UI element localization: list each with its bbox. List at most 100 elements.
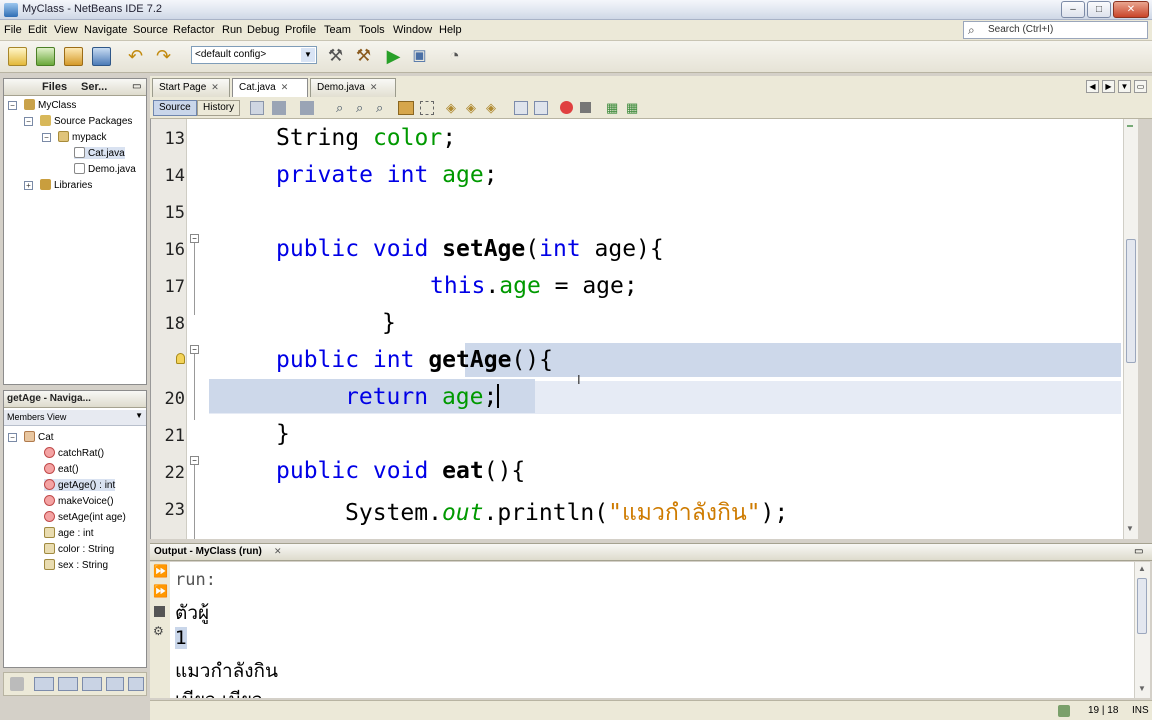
minimize-button[interactable]: – (1061, 1, 1085, 18)
rerun-icon[interactable]: ⏩ (153, 564, 168, 578)
menu-view[interactable]: View (54, 24, 78, 36)
shift-right-icon[interactable] (534, 101, 548, 115)
fold-icon[interactable]: − (190, 345, 199, 354)
tree-item-myclass[interactable]: MyClass (24, 99, 76, 111)
member-makevoice[interactable]: makeVoice() (44, 495, 114, 507)
close-output-icon[interactable]: ✕ (274, 546, 282, 557)
editor-vertical-scrollbar[interactable]: ▼ (1123, 119, 1138, 539)
tree-item-demo-java[interactable]: Demo.java (74, 163, 136, 175)
collapse-icon[interactable]: − (8, 101, 17, 110)
collapse-icon[interactable]: − (8, 433, 17, 442)
member-sex[interactable]: sex : String (44, 559, 108, 571)
notification-icon[interactable] (1058, 705, 1070, 717)
clean-build-icon[interactable]: ⚒ (354, 47, 373, 66)
member-color[interactable]: color : String (44, 543, 114, 555)
navigator-title[interactable]: getAge - Naviga... (7, 393, 91, 404)
uncomment-icon[interactable]: ▦ (626, 100, 638, 116)
tree-item-mypack[interactable]: mypack (58, 131, 106, 143)
tree-item-libraries[interactable]: Libraries (40, 179, 92, 191)
rerun-with-params-icon[interactable]: ⏩ (153, 584, 168, 598)
menu-window[interactable]: Window (393, 24, 432, 36)
find-previous-icon[interactable]: ⌕ (356, 100, 363, 116)
member-age[interactable]: age : int (44, 527, 94, 539)
menu-file[interactable]: File (4, 24, 22, 36)
output-title[interactable]: Output - MyClass (run) (154, 546, 262, 557)
tab-cat-java[interactable]: Cat.java ✕ (232, 78, 308, 98)
members-view-select[interactable]: Members View ▼ (4, 410, 146, 426)
member-eat[interactable]: eat() (44, 463, 79, 475)
last-edit-icon[interactable] (250, 101, 264, 115)
save-all-icon[interactable] (92, 47, 111, 66)
toggle-highlight-icon[interactable] (398, 101, 414, 115)
menu-edit[interactable]: Edit (28, 24, 47, 36)
code-editor[interactable]: 13 14 15 16 17 18 20 21 22 23 − − − Stri… (150, 119, 1138, 539)
forward-icon[interactable] (300, 101, 314, 115)
config-select[interactable]: <default config> ▼ (191, 46, 317, 64)
find-icon[interactable]: ⌕ (336, 100, 343, 116)
comment-icon[interactable]: ▦ (606, 100, 618, 116)
new-project-icon[interactable] (8, 47, 27, 66)
tree-item-cat-java[interactable]: Cat.java (74, 147, 125, 159)
start-macro-icon[interactable] (560, 101, 573, 114)
menu-run[interactable]: Run (222, 24, 242, 36)
scrollbar-thumb[interactable] (1137, 578, 1147, 634)
scroll-up-icon[interactable]: ▲ (1138, 564, 1146, 573)
tree-class-cat[interactable]: Cat (24, 431, 54, 443)
shift-left-icon[interactable] (514, 101, 528, 115)
member-catchrat[interactable]: catchRat() (44, 447, 104, 459)
collapse-icon[interactable]: − (24, 117, 33, 126)
redo-icon[interactable]: ↷ (156, 47, 175, 66)
tab-demo-java[interactable]: Demo.java ✕ (310, 78, 396, 97)
scroll-right-icon[interactable]: ▶ (1102, 80, 1115, 93)
tab-start-page[interactable]: Start Page ✕ (152, 78, 230, 97)
output-vertical-scrollbar[interactable]: ▲ ▼ (1134, 562, 1150, 698)
debug-icon[interactable]: ▣ (410, 47, 429, 66)
member-getage[interactable]: getAge() : int (44, 479, 116, 491)
new-file-icon[interactable] (36, 47, 55, 66)
profile-icon[interactable]: ◔ (445, 47, 464, 66)
member-setage[interactable]: setAge(int age) (44, 511, 126, 523)
menu-tools[interactable]: Tools (359, 24, 385, 36)
settings-icon[interactable]: ⚙ (153, 624, 164, 638)
expand-icon[interactable]: + (24, 181, 33, 190)
chevron-down-icon[interactable]: ▼ (1118, 80, 1131, 93)
menu-debug[interactable]: Debug (247, 24, 279, 36)
build-hammer-icon[interactable]: ⚒ (326, 47, 345, 66)
scroll-down-icon[interactable]: ▼ (1138, 684, 1146, 693)
close-tab-icon[interactable]: ✕ (370, 82, 378, 92)
previous-bookmark-icon[interactable]: ◈ (446, 100, 456, 116)
minimize-panel-icon[interactable]: ▭ (132, 81, 141, 92)
run-icon[interactable]: ▶ (384, 47, 403, 66)
close-tab-icon[interactable]: ✕ (211, 82, 219, 92)
find-next-icon[interactable]: ⌕ (376, 100, 383, 116)
close-tab-icon[interactable]: ✕ (281, 82, 289, 92)
scroll-down-icon[interactable]: ▼ (1126, 524, 1134, 533)
menu-source[interactable]: Source (133, 24, 168, 36)
next-bookmark-icon[interactable]: ◈ (466, 100, 476, 116)
menu-refactor[interactable]: Refactor (173, 24, 215, 36)
tab-services[interactable]: Ser... (81, 81, 107, 93)
menu-help[interactable]: Help (439, 24, 462, 36)
maximize-button[interactable]: □ (1087, 1, 1111, 18)
menu-team[interactable]: Team (324, 24, 351, 36)
filter-icon[interactable] (34, 677, 54, 691)
tab-files[interactable]: Files (42, 81, 67, 93)
stop-icon[interactable] (154, 606, 165, 617)
toggle-rect-select-icon[interactable] (420, 101, 434, 115)
filter-icon[interactable] (82, 677, 102, 691)
stop-macro-icon[interactable] (580, 102, 591, 113)
fold-icon[interactable]: − (190, 234, 199, 243)
open-project-icon[interactable] (64, 47, 83, 66)
output-console[interactable]: run: ตัวผู้ 1 แมวกำลังกิน เมียว เมียว (170, 562, 1134, 698)
tree-item-source-packages[interactable]: Source Packages (40, 115, 132, 127)
back-icon[interactable] (272, 101, 286, 115)
filter-icon[interactable] (106, 677, 124, 691)
scroll-left-icon[interactable]: ◀ (1086, 80, 1099, 93)
close-button[interactable]: ✕ (1113, 1, 1149, 18)
menu-profile[interactable]: Profile (285, 24, 316, 36)
filter-icon[interactable] (58, 677, 78, 691)
history-view-button[interactable]: History (197, 100, 241, 116)
toggle-bookmark-icon[interactable]: ◈ (486, 100, 496, 116)
maximize-editor-icon[interactable]: ▭ (1134, 80, 1147, 93)
scrollbar-thumb[interactable] (1126, 239, 1136, 363)
